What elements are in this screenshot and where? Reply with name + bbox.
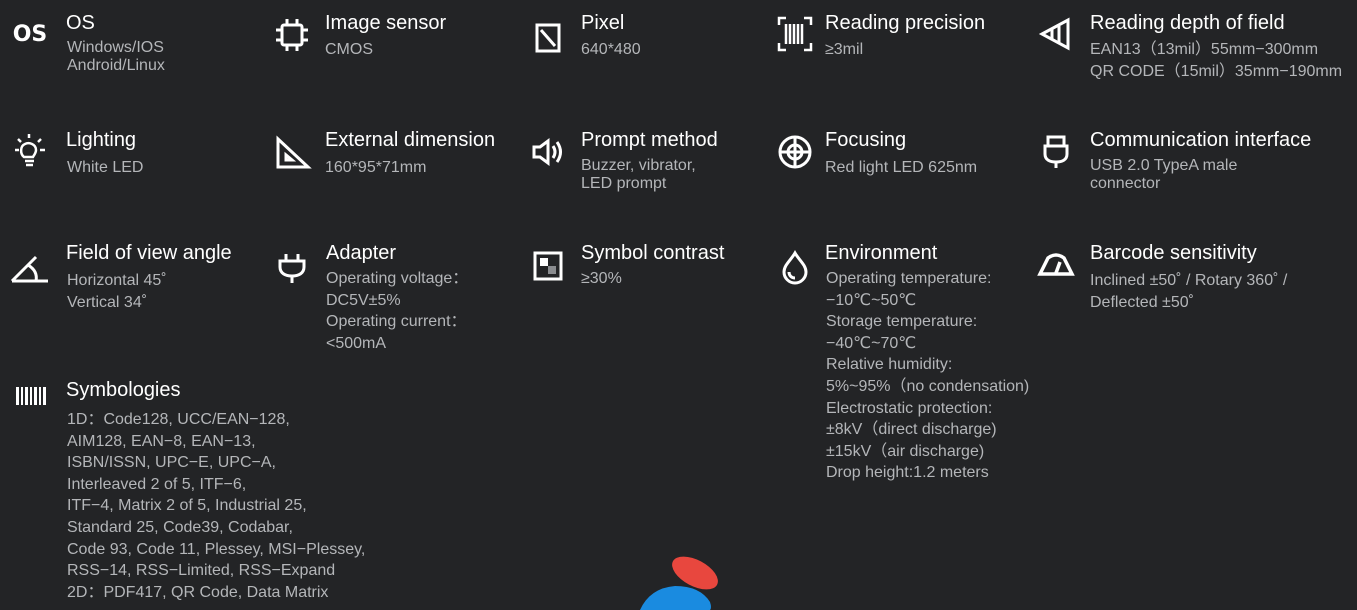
spec-value-line: Buzzer, vibrator, (581, 157, 696, 174)
contrast-icon (528, 246, 568, 286)
spec-title: Environment (825, 242, 938, 264)
spec-value: Windows/IOS Android/Linux (67, 39, 165, 75)
spec-value-line: CMOS (325, 41, 373, 58)
spec-value: EAN13（13mil）55mm−300mm QR CODE（15mil）35mm… (1090, 39, 1342, 82)
spec-value: Buzzer, vibrator, LED prompt (581, 157, 696, 193)
spec-title: Field of view angle (66, 242, 232, 264)
spec-title: OS (66, 12, 95, 34)
spec-value-line: ±8kV（direct discharge) (826, 421, 997, 439)
spec-value: CMOS (325, 39, 373, 61)
spec-value-line: Vertical 34˚ (67, 293, 148, 311)
spec-value-line: ±15kV（air discharge) (826, 442, 985, 460)
spec-value-line: 2D：PDF417, QR Code, Data Matrix (67, 583, 329, 601)
spec-value-line: RSS−14, RSS−Limited, RSS−Expand (67, 562, 336, 580)
spec-value-line: EAN13（13mil）55mm−300mm (1090, 41, 1319, 58)
spec-value-line: Operating voltage： (326, 270, 469, 287)
spec-value: USB 2.0 TypeA male connector (1090, 157, 1237, 193)
spec-value-line: Deflected ±50˚ (1090, 293, 1194, 311)
spec-value-line: −10℃~50℃ (826, 291, 917, 309)
spec-title: Lighting (66, 129, 137, 151)
spec-value-line: Relative humidity: (826, 356, 953, 374)
water-drop-icon (775, 248, 815, 288)
spec-value-line: ITF−4, Matrix 2 of 5, Industrial 25, (67, 497, 307, 515)
brand-logo (640, 556, 718, 610)
spec-value-line: Windows/IOS (67, 39, 164, 56)
spec-value-line: QR CODE（15mil）35mm−190mm (1090, 62, 1343, 80)
spec-value-line: ISBN/ISSN, UPC−E, UPC−A, (67, 454, 276, 472)
spec-title: Barcode sensitivity (1090, 242, 1257, 264)
depth-of-field-icon (1036, 14, 1076, 54)
spec-value-line: Operating current： (326, 313, 467, 331)
spec-value-line: 640*480 (581, 41, 641, 58)
spec-value-line: ≥30% (581, 270, 622, 287)
spec-title: Reading precision (825, 12, 986, 34)
spec-value-line: 160*95*71mm (325, 159, 427, 176)
spec-value-line: 5%~95%（no condensation) (826, 377, 1030, 395)
spec-value-line: Drop height:1.2 meters (826, 464, 989, 482)
barcode-scan-icon (775, 14, 815, 54)
spec-value-line: connector (1090, 175, 1161, 192)
pixel-square-icon (528, 17, 568, 57)
spec-value-line: Red light LED 625nm (825, 159, 978, 176)
spec-value-line: LED prompt (581, 175, 667, 192)
target-icon (775, 132, 815, 172)
spec-value-line: 1D：Code128, UCC/EAN−128, (67, 411, 290, 428)
spec-value-line: White LED (67, 159, 144, 176)
spec-value-line: AIM128, EAN−8, EAN−13, (67, 432, 256, 450)
usb-plug-icon (1036, 132, 1076, 172)
spec-value: 160*95*71mm (325, 157, 426, 179)
spec-value-line: Horizontal 45˚ (67, 272, 167, 289)
spec-title: External dimension (325, 129, 496, 151)
barcode-icon (10, 376, 50, 416)
spec-value-line: Interleaved 2 of 5, ITF−6, (67, 475, 247, 493)
spec-value-line: Inclined ±50˚ / Rotary 360˚ / (1090, 272, 1288, 289)
spec-value: 1D：Code128, UCC/EAN−128, AIM128, EAN−8, E… (67, 409, 365, 603)
spec-value-line: Electrostatic protection: (826, 399, 993, 417)
spec-title: Symbologies (66, 379, 181, 401)
spec-title: Pixel (581, 12, 625, 34)
spec-value: Horizontal 45˚ Vertical 34˚ (67, 270, 167, 313)
spec-value: 640*480 (581, 39, 641, 61)
spec-title: Reading depth of field (1090, 12, 1285, 34)
spec-value-line: Android/Linux (67, 57, 165, 74)
power-plug-icon (272, 248, 312, 288)
spec-value-line: USB 2.0 TypeA male (1090, 157, 1238, 174)
spec-value-line: −40℃~70℃ (826, 334, 917, 352)
os-text-icon: OS (12, 21, 48, 47)
spec-value-line: Code 93, Code 11, Plessey, MSI−Plessey, (67, 540, 366, 558)
spec-title: Adapter (326, 242, 397, 264)
spec-title: Image sensor (325, 12, 447, 34)
spec-value: Red light LED 625nm (825, 157, 977, 179)
spec-value-line: Standard 25, Code39, Codabar, (67, 518, 293, 536)
chip-icon (272, 15, 312, 55)
spec-value: Inclined ±50˚ / Rotary 360˚ / Deflected ±… (1090, 270, 1287, 313)
spec-title: Communication interface (1090, 129, 1312, 151)
spec-value-line: Storage temperature: (826, 313, 978, 331)
speaker-icon (528, 132, 568, 172)
spec-title: Focusing (825, 129, 907, 151)
spec-value: Operating temperature: −10℃~50℃ Storage te… (826, 268, 1029, 484)
light-bulb-icon (10, 131, 50, 171)
spec-value-line: DC5V±5% (326, 291, 401, 309)
spec-value: Operating voltage： DC5V±5% Operating curre… (326, 268, 468, 354)
spec-title: Symbol contrast (581, 242, 725, 264)
spec-title: Prompt method (581, 129, 718, 151)
spec-value-line: Operating temperature: (826, 270, 992, 287)
spec-value: White LED (67, 157, 143, 179)
spec-value: ≥3mil (825, 39, 863, 61)
gauge-icon (1036, 244, 1076, 284)
spec-value-line: ≥3mil (825, 41, 864, 58)
logo-blue-shape (640, 586, 711, 610)
spec-value-line: <500mA (326, 334, 387, 352)
spec-value: ≥30% (581, 268, 622, 290)
ruler-triangle-icon (272, 133, 312, 173)
angle-icon (8, 247, 48, 287)
